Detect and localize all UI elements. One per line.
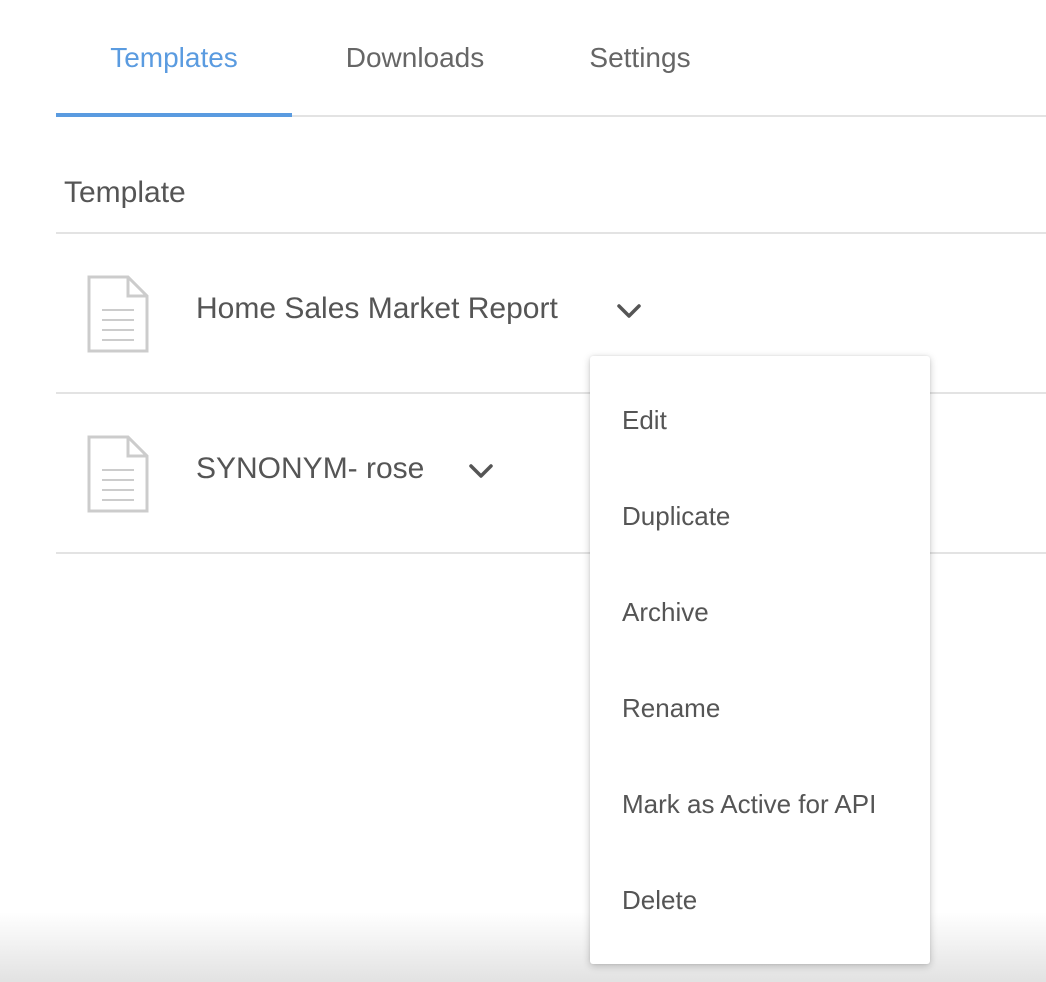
menu-item-duplicate[interactable]: Duplicate xyxy=(590,468,930,564)
column-header-template: Template xyxy=(64,176,186,209)
menu-item-delete[interactable]: Delete xyxy=(590,852,930,948)
tab-settings-label: Settings xyxy=(589,41,691,73)
document-icon xyxy=(87,275,149,353)
template-list-header: Template xyxy=(56,116,1046,234)
tab-settings[interactable]: Settings xyxy=(538,0,742,115)
chevron-down-icon[interactable] xyxy=(614,300,644,322)
tab-bar: Templates Downloads Settings xyxy=(56,0,1046,117)
menu-item-archive[interactable]: Archive xyxy=(590,564,930,660)
tab-downloads[interactable]: Downloads xyxy=(292,0,538,115)
template-name[interactable]: SYNONYM- rose xyxy=(196,452,424,486)
menu-item-rename[interactable]: Rename xyxy=(590,660,930,756)
template-actions-menu: Edit Duplicate Archive Rename Mark as Ac… xyxy=(590,356,930,964)
menu-item-edit[interactable]: Edit xyxy=(590,372,930,468)
document-icon xyxy=(87,435,149,513)
template-name[interactable]: Home Sales Market Report xyxy=(196,292,558,326)
tab-templates-label: Templates xyxy=(110,41,238,73)
tab-downloads-label: Downloads xyxy=(345,41,485,73)
menu-item-mark-active-for-api[interactable]: Mark as Active for API xyxy=(590,756,930,852)
tab-templates[interactable]: Templates xyxy=(56,0,292,115)
chevron-down-icon[interactable] xyxy=(466,460,496,482)
